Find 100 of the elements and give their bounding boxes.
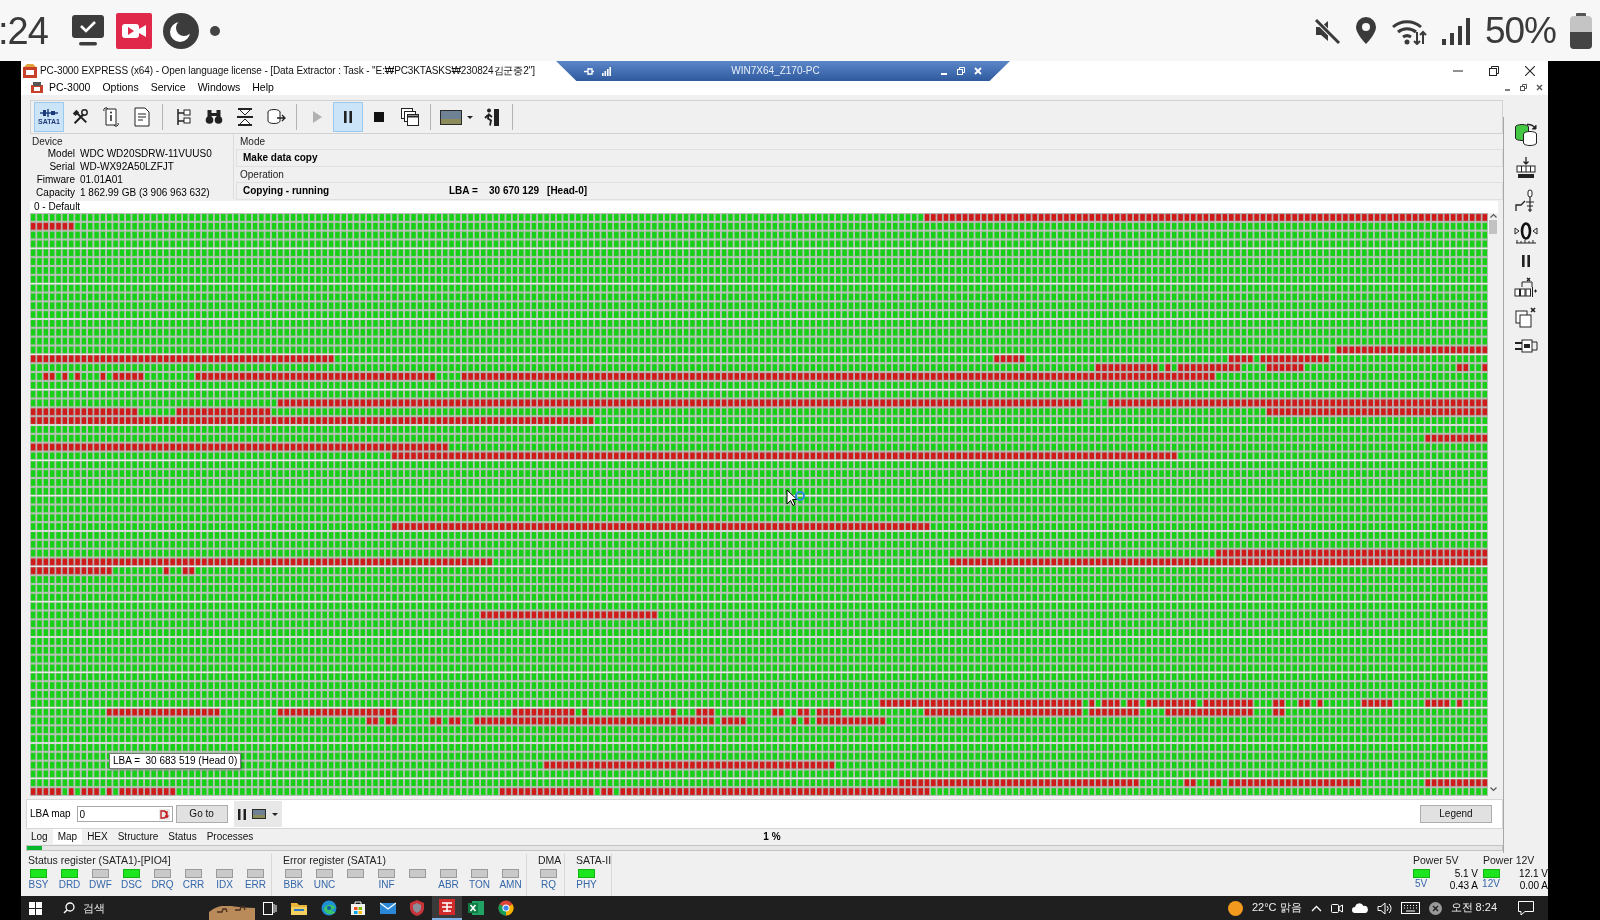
- windows-icon: [401, 108, 419, 126]
- view-tab[interactable]: Map: [52, 829, 83, 844]
- window-title: PC-3000 EXPRESS (x64) - Open language license - [Data Extractor : Task - "E:₩PC3KTASKS₩230824김군중2"]: [40, 64, 535, 77]
- lba-map-label: LBA map: [30, 808, 71, 820]
- signal-bars-icon: [1440, 16, 1471, 45]
- branch-icon: [174, 107, 192, 127]
- picture-icon[interactable]: [251, 809, 266, 819]
- field-label: Fimware: [35, 173, 75, 186]
- binoculars-icon: [205, 109, 223, 125]
- search-field[interactable]: 검색: [75, 898, 135, 918]
- switch-icon[interactable]: [1515, 189, 1537, 213]
- table-app-icon: [438, 899, 455, 915]
- restore-icon: [1519, 84, 1527, 91]
- map-title: 0 - Default: [30, 201, 1498, 213]
- restore-icon[interactable]: [957, 67, 965, 75]
- jump-down-icon[interactable]: [158, 808, 170, 820]
- register-title: Error register (SATA1): [282, 854, 387, 866]
- caret-icon: [466, 115, 473, 119]
- flag-label: PHY: [576, 878, 597, 891]
- field-value: WD-WX92A50LZFJT: [80, 161, 174, 172]
- monitor-check-icon: [70, 14, 105, 47]
- lba-input-field[interactable]: 0: [76, 806, 173, 822]
- search-icon[interactable]: [63, 902, 75, 914]
- power-label: 12V: [1482, 878, 1500, 890]
- camera-icon[interactable]: [1330, 901, 1343, 915]
- pause-icon[interactable]: [237, 808, 246, 820]
- field-value: 1 862.99 GB (3 906 963 632): [80, 187, 210, 198]
- menu-item[interactable]: Windows: [191, 80, 247, 95]
- flag-label: DRQ: [151, 878, 174, 891]
- chrome-icon: [497, 900, 514, 916]
- register-title: SATA-II: [575, 854, 612, 866]
- flag-label: BSY: [28, 878, 49, 891]
- location-pin-icon: [1354, 16, 1377, 45]
- battery-icon: [1570, 12, 1592, 49]
- busy-cursor-icon: [786, 489, 806, 509]
- chevron-down-icon[interactable]: [1489, 787, 1497, 792]
- menu-item[interactable]: Help: [246, 80, 280, 95]
- menu-item[interactable]: Service: [144, 80, 192, 95]
- pause-icon[interactable]: [1521, 255, 1531, 267]
- close-icon[interactable]: [974, 67, 982, 75]
- flag-label: ABR: [438, 878, 459, 891]
- flag-label: DWF: [89, 878, 112, 891]
- flag-label: CRR: [182, 878, 205, 891]
- map-scrollbar[interactable]: [1488, 213, 1498, 796]
- battery-percentage: 50%: [1484, 12, 1556, 49]
- dot-icon: [209, 25, 220, 36]
- chevron-up-icon[interactable]: [1489, 213, 1497, 218]
- lba-label: LBA =: [449, 185, 479, 197]
- envelope-icon: [379, 900, 396, 916]
- pin-icon[interactable]: [584, 66, 594, 76]
- taskbar-app-button[interactable]: [432, 896, 462, 920]
- flag-label: INF: [378, 878, 395, 891]
- legend-button[interactable]: Legend: [1420, 805, 1492, 823]
- flag-label: BBK: [283, 878, 304, 891]
- voltage-reading: 5.1 V: [1453, 868, 1478, 880]
- copy-icon[interactable]: [1515, 307, 1537, 329]
- speaker-icon[interactable]: [1376, 901, 1392, 915]
- scrollbar-thumb[interactable]: [1489, 220, 1497, 234]
- sequence-icon[interactable]: [1514, 276, 1538, 298]
- exit-icon: [484, 108, 500, 126]
- flag-label: UNC: [313, 878, 336, 891]
- flag-label: IDX: [216, 878, 233, 891]
- remote-session-title: WIN7X64_Z170-PC: [730, 65, 821, 77]
- pause-icon: [343, 111, 353, 123]
- disk-icon: [266, 108, 286, 126]
- flag-label: TON: [469, 878, 490, 891]
- caret-icon[interactable]: [271, 812, 278, 816]
- power-title: Power 12V: [1482, 854, 1536, 866]
- lba-tooltip: LBA = 30 683 519 (Head 0): [109, 753, 242, 769]
- browser-icon: [320, 900, 337, 916]
- menu-item[interactable]: PC-3000: [43, 80, 97, 95]
- keyboard-icon[interactable]: [1400, 902, 1420, 914]
- current-reading: 0.43 A: [1448, 880, 1478, 892]
- shield-icon: [409, 900, 426, 916]
- zero-gauge-icon[interactable]: [1514, 222, 1538, 246]
- head-value: [Head-0]: [547, 185, 588, 197]
- sata-connector-icon: [39, 108, 59, 118]
- close-circle-icon[interactable]: [1428, 901, 1442, 915]
- go-to-button[interactable]: Go to: [175, 805, 228, 823]
- sun-icon[interactable]: [1227, 900, 1243, 916]
- weather-text[interactable]: 22°C 맑음: [1251, 901, 1302, 915]
- database-copy-icon[interactable]: [1513, 121, 1539, 147]
- task-view-icon: [262, 901, 277, 915]
- power-label: 5V: [1414, 878, 1428, 890]
- menu-item[interactable]: Options: [96, 80, 145, 95]
- stop-icon: [374, 112, 384, 122]
- connector-icon[interactable]: [1514, 338, 1538, 354]
- signal-bars-icon: [602, 66, 611, 76]
- section-heading: Device: [31, 136, 64, 147]
- pause-button[interactable]: [333, 102, 363, 132]
- shopping-bag-icon: [350, 900, 367, 916]
- cloud-icon[interactable]: [1351, 903, 1368, 913]
- reset-icon[interactable]: [1515, 156, 1537, 180]
- notification-icon[interactable]: [1518, 900, 1534, 916]
- flag-label: ERR: [244, 878, 267, 891]
- clock-text[interactable]: 오전 8:24: [1450, 901, 1497, 915]
- voltage-reading: 12.1 V: [1518, 868, 1548, 880]
- status-bar-time: :24: [0, 11, 48, 50]
- tools-icon: [71, 108, 89, 126]
- operation-status: Copying - running: [243, 185, 331, 197]
